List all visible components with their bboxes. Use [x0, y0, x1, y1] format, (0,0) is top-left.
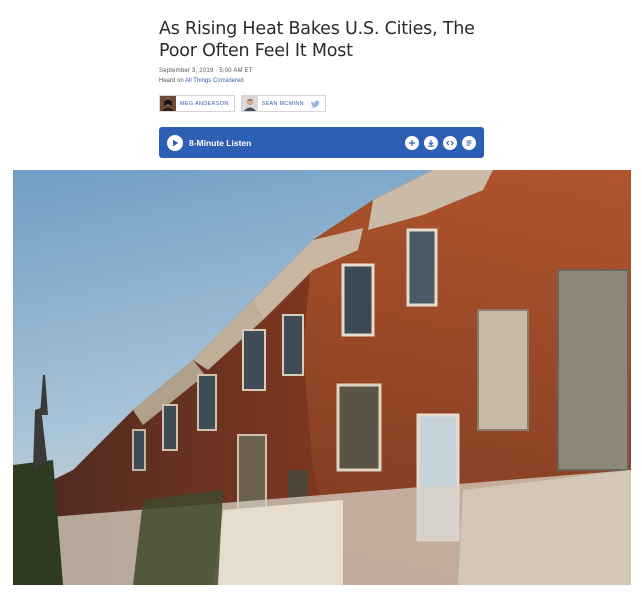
heard-on-prefix: Heard on: [159, 78, 184, 84]
avatar: [241, 96, 258, 111]
heard-on-line: Heard on All Things Considered: [159, 78, 244, 84]
article: As Rising Heat Bakes U.S. Cities, The Po…: [0, 0, 642, 593]
transcript-icon: [466, 139, 472, 146]
twitter-icon[interactable]: [310, 99, 320, 109]
play-button[interactable]: [167, 134, 183, 151]
article-dateline: September 3, 2019 · 5:00 AM ET: [159, 68, 253, 74]
listen-label: 8-Minute Listen: [189, 137, 252, 148]
byline-name: SEAN MCMINN: [261, 100, 304, 107]
download-icon: [428, 139, 434, 147]
add-icon: [409, 139, 415, 146]
avatar: [160, 96, 176, 111]
audio-player: 8-Minute Listen: [159, 127, 484, 158]
byline-meg-anderson[interactable]: MEG ANDERSON: [159, 95, 235, 112]
article-headline: As Rising Heat Bakes U.S. Cities, The Po…: [159, 19, 475, 61]
player-actions: [405, 135, 476, 150]
add-to-playlist-button[interactable]: [405, 135, 419, 150]
download-button[interactable]: [424, 135, 438, 150]
embed-button[interactable]: [443, 135, 457, 150]
play-icon: [173, 139, 179, 146]
bylines: MEG ANDERSON SEAN MCMINN: [159, 95, 326, 112]
embed-icon: [446, 140, 454, 145]
byline-sean-mcminn[interactable]: SEAN MCMINN: [240, 95, 326, 112]
lead-photo: [13, 170, 631, 585]
byline-name: MEG ANDERSON: [180, 100, 229, 107]
show-link[interactable]: All Things Considered: [185, 78, 244, 84]
transcript-button[interactable]: [462, 135, 476, 150]
